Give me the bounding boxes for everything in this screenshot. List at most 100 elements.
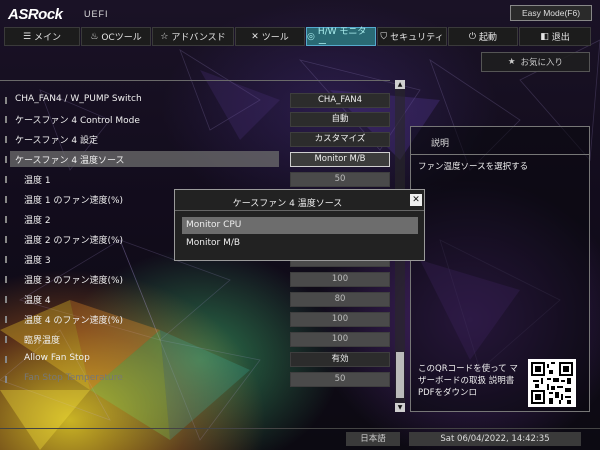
row-bullet — [5, 376, 7, 383]
setting-row[interactable]: 臨界温度 100 — [0, 331, 390, 348]
shield-icon: ⛉ — [380, 31, 388, 42]
tab-main[interactable]: ☰ メイン — [4, 27, 80, 46]
top-bar: ASRock UEFI Easy Mode(F6) — [0, 0, 600, 28]
tab-label: ツール — [261, 33, 289, 43]
close-icon[interactable]: ✕ — [410, 194, 422, 206]
setting-label: 温度 3 — [24, 256, 51, 266]
setting-label: 温度 1 — [24, 176, 51, 186]
setting-row[interactable]: 温度 4 80 — [0, 291, 390, 308]
setting-row[interactable]: Fan Stop Temperature 50 — [0, 371, 390, 388]
setting-row[interactable]: 温度 4 のファン速度(%) 100 — [0, 311, 390, 328]
row-bullet — [5, 97, 7, 104]
setting-value[interactable]: カスタマイズ — [290, 132, 390, 147]
setting-value[interactable]: 有効 — [290, 352, 390, 367]
setting-label: 温度 2 — [24, 216, 51, 226]
setting-row[interactable]: ケースファン 4 設定 カスタマイズ — [0, 131, 390, 148]
brand-logo: ASRock — [8, 6, 63, 23]
temperature-source-dialog: ケースファン 4 温度ソース ✕ Monitor CPU Monitor M/B — [174, 189, 425, 261]
setting-label: CHA_FAN4 / W_PUMP Switch — [15, 94, 142, 104]
setting-value[interactable]: 80 — [290, 292, 390, 307]
setting-label: ケースファン 4 設定 — [15, 136, 98, 146]
setting-row[interactable]: Allow Fan Stop 有効 — [0, 351, 390, 368]
setting-label: 温度 3 のファン速度(%) — [24, 276, 124, 286]
setting-label: ケースファン 4 温度ソース — [15, 156, 125, 166]
list-icon: ☰ — [22, 31, 32, 42]
row-bullet — [5, 316, 7, 323]
setting-value[interactable]: 100 — [290, 272, 390, 287]
language-button[interactable]: 日本語 — [346, 432, 400, 446]
setting-value[interactable]: 50 — [290, 372, 390, 387]
tab-hw-monitor[interactable]: ◎ H/W モニター — [306, 27, 376, 50]
setting-label: 温度 4 — [24, 296, 51, 306]
dialog-title: ケースファン 4 温度ソース — [232, 199, 343, 209]
setting-row[interactable]: 温度 1 50 — [0, 171, 390, 188]
tab-label: 退出 — [551, 33, 570, 43]
scroll-down-arrow-icon[interactable]: ▼ — [395, 403, 405, 412]
tab-exit[interactable]: ◧ 退出 — [519, 27, 591, 46]
exit-icon: ◧ — [540, 31, 549, 42]
date-time-display: Sat 06/04/2022, 14:42:35 — [409, 432, 581, 446]
star-icon: ★ — [507, 57, 516, 67]
setting-value[interactable]: Monitor M/B — [290, 152, 390, 167]
setting-row[interactable]: 温度 3 のファン速度(%) 100 — [0, 271, 390, 288]
divider — [411, 154, 589, 155]
description-text: ファン温度ソースを選択する — [418, 162, 529, 172]
easy-mode-button[interactable]: Easy Mode(F6) — [510, 5, 592, 21]
tab-security[interactable]: ⛉ セキュリティ — [377, 27, 447, 46]
flame-icon: ♨ — [90, 31, 99, 42]
setting-row[interactable]: ケースファン 4 Control Mode 自動 — [0, 111, 390, 128]
row-bullet — [5, 156, 7, 163]
setting-label: 温度 1 のファン速度(%) — [24, 196, 124, 206]
setting-row[interactable]: CHA_FAN4 / W_PUMP Switch CHA_FAN4 — [0, 92, 390, 109]
tab-oc-tools[interactable]: ♨ OCツール — [81, 27, 151, 46]
power-icon: ⏻ — [468, 31, 477, 42]
setting-label: 臨界温度 — [24, 336, 61, 346]
setting-value[interactable]: CHA_FAN4 — [290, 93, 390, 108]
tools-icon: ✕ — [251, 31, 259, 42]
option-monitor-cpu[interactable]: Monitor CPU — [182, 217, 418, 234]
divider — [175, 210, 424, 211]
monitor-icon: ◎ — [307, 31, 315, 42]
setting-label: ケースファン 4 Control Mode — [15, 116, 140, 126]
row-bullet — [5, 336, 7, 343]
brand-sub-label: UEFI — [84, 9, 109, 19]
tab-boot[interactable]: ⏻ 起動 — [448, 27, 518, 46]
setting-label: 温度 2 のファン速度(%) — [24, 236, 124, 246]
row-bullet — [5, 196, 7, 203]
scrollbar-thumb[interactable] — [396, 352, 404, 398]
setting-value[interactable]: 100 — [290, 312, 390, 327]
setting-value[interactable]: 50 — [290, 172, 390, 187]
row-bullet — [5, 276, 7, 283]
row-bullet — [5, 236, 7, 243]
setting-label: Fan Stop Temperature — [24, 373, 123, 383]
footer-divider — [0, 428, 600, 429]
setting-value[interactable]: 自動 — [290, 112, 390, 127]
tab-label: セキュリティ — [390, 33, 444, 43]
star-icon: ☆ — [160, 31, 169, 42]
setting-label: 温度 4 のファン速度(%) — [24, 316, 124, 326]
tab-label: 起動 — [479, 33, 498, 43]
row-bullet — [5, 256, 7, 263]
row-bullet — [5, 176, 7, 183]
row-bullet — [5, 136, 7, 143]
setting-label: Allow Fan Stop — [24, 353, 90, 363]
main-nav: ☰ メイン ♨ OCツール ☆ アドバンスド ✕ ツール ◎ H/W モニター … — [4, 27, 594, 50]
row-bullet — [5, 116, 7, 123]
favorites-button[interactable]: ★ お気に入り — [481, 52, 590, 72]
row-bullet — [5, 296, 7, 303]
qr-code-icon — [528, 359, 576, 407]
setting-value[interactable]: 100 — [290, 332, 390, 347]
tab-tools[interactable]: ✕ ツール — [235, 27, 305, 46]
option-monitor-mb[interactable]: Monitor M/B — [182, 235, 418, 252]
row-bullet — [5, 216, 7, 223]
tab-advanced[interactable]: ☆ アドバンスド — [152, 27, 234, 46]
tab-label: H/W モニター — [317, 26, 367, 50]
tab-label: メイン — [34, 33, 62, 43]
panel-title: 説明 — [431, 139, 450, 149]
qr-caption: このQRコードを使って マザーボードの取扱 説明書PDFをダウンロ — [418, 364, 518, 398]
scroll-up-arrow-icon[interactable]: ▲ — [395, 80, 405, 89]
tab-label: OCツール — [101, 33, 142, 43]
tab-label: アドバンスド — [171, 33, 226, 43]
favorites-label: お気に入り — [520, 58, 564, 68]
setting-row-selected[interactable]: ケースファン 4 温度ソース Monitor M/B — [0, 151, 390, 168]
